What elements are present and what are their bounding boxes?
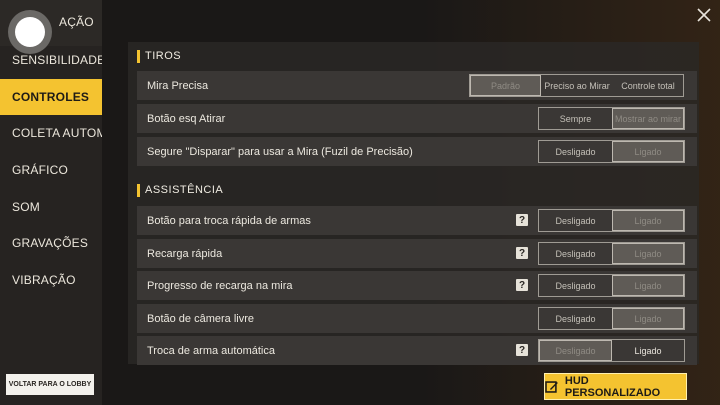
option-ligado[interactable]: Ligado <box>612 275 684 296</box>
record-icon[interactable] <box>8 10 52 54</box>
option-mostrar-ao-mirar[interactable]: Mostrar ao mirar <box>612 108 684 129</box>
option-desligado[interactable]: Desligado <box>539 243 612 264</box>
option-desligado[interactable]: Desligado <box>539 210 612 231</box>
sidebar-item-label: GRÁFICO <box>12 163 69 177</box>
help-icon[interactable]: ? <box>516 279 528 291</box>
setting-row-recarga-rapida: Recarga rápida ? Desligado Ligado <box>137 239 697 268</box>
setting-label: Botão de câmera livre <box>147 312 254 325</box>
setting-row-mira-precisa: Mira Precisa Padrão Preciso ao Mirar Con… <box>137 71 697 100</box>
setting-row-troca-rapida: Botão para troca rápida de armas ? Desli… <box>137 206 697 235</box>
sidebar-item-label: AÇÃO <box>59 15 94 29</box>
help-icon[interactable]: ? <box>516 214 528 226</box>
help-icon[interactable]: ? <box>516 247 528 259</box>
option-desligado[interactable]: Desligado <box>539 141 612 162</box>
hud-personalizado-button[interactable]: HUD PERSONALIZADO <box>544 373 687 400</box>
setting-label: Botão esq Atirar <box>147 112 226 125</box>
option-ligado[interactable]: Ligado <box>612 210 684 231</box>
sidebar-item-label: GRAVAÇÕES <box>12 236 89 250</box>
section-accent-bar <box>137 49 140 63</box>
sidebar-item-label: COLETA AUTOMÁ <box>12 126 102 140</box>
sidebar-item-coleta-automatica[interactable]: COLETA AUTOMÁ <box>0 115 102 151</box>
option-sempre[interactable]: Sempre <box>539 108 612 129</box>
section-title-tiros: TIROS <box>137 48 181 64</box>
camera-livre-toggle: Desligado Ligado <box>538 307 685 330</box>
setting-label: Segure "Disparar" para usar a Mira (Fuzi… <box>147 145 413 158</box>
sidebar-item-label: CONTROLES <box>12 90 90 104</box>
option-preciso-ao-mirar[interactable]: Preciso ao Mirar <box>541 75 613 96</box>
option-ligado[interactable]: Ligado <box>612 243 684 264</box>
setting-row-troca-automatica: Troca de arma automática ? Desligado Lig… <box>137 336 697 365</box>
section-title-text: TIROS <box>145 50 182 62</box>
back-to-lobby-button[interactable]: VOLTAR PARA O LOBBY <box>6 374 94 395</box>
setting-label: Recarga rápida <box>147 247 223 260</box>
sidebar-item-label: SENSIBILIDADE <box>12 53 102 67</box>
option-padrao[interactable]: Padrão <box>470 75 541 96</box>
edit-icon <box>545 380 558 393</box>
progresso-recarga-toggle: Desligado Ligado <box>538 274 685 297</box>
setting-label: Progresso de recarga na mira <box>147 279 293 292</box>
troca-rapida-toggle: Desligado Ligado <box>538 209 685 232</box>
segure-disparar-toggle: Desligado Ligado <box>538 140 685 163</box>
option-ligado[interactable]: Ligado <box>612 340 684 361</box>
setting-row-segure-disparar: Segure "Disparar" para usar a Mira (Fuzi… <box>137 137 697 166</box>
sidebar-item-controles[interactable]: CONTROLES <box>0 79 102 115</box>
option-ligado[interactable]: Ligado <box>612 141 684 162</box>
botao-esq-atirar-selector: Sempre Mostrar ao mirar <box>538 107 685 130</box>
help-icon[interactable]: ? <box>516 344 528 356</box>
setting-row-camera-livre: Botão de câmera livre Desligado Ligado <box>137 304 697 333</box>
option-desligado[interactable]: Desligado <box>539 308 612 329</box>
sidebar-item-gravacoes[interactable]: GRAVAÇÕES <box>0 225 102 261</box>
option-ligado[interactable]: Ligado <box>612 308 684 329</box>
setting-label: Mira Precisa <box>147 79 209 92</box>
section-title-assistencia: ASSISTÊNCIA <box>137 182 223 198</box>
mira-precisa-selector: Padrão Preciso ao Mirar Controle total <box>469 74 684 97</box>
settings-panel: TIROS Mira Precisa Padrão Preciso ao Mir… <box>128 42 699 365</box>
sidebar-item-som[interactable]: SOM <box>0 189 102 225</box>
option-desligado[interactable]: Desligado <box>539 340 612 361</box>
sidebar: AÇÃO SENSIBILIDADE CONTROLES COLETA AUTO… <box>0 0 102 405</box>
close-icon[interactable] <box>695 6 713 24</box>
setting-label: Troca de arma automática <box>147 344 275 357</box>
sidebar-item-vibracao[interactable]: VIBRAÇÃO <box>0 262 102 298</box>
recarga-rapida-toggle: Desligado Ligado <box>538 242 685 265</box>
setting-row-progresso-recarga: Progresso de recarga na mira ? Desligado… <box>137 271 697 300</box>
setting-row-botao-esq-atirar: Botão esq Atirar Sempre Mostrar ao mirar <box>137 104 697 133</box>
option-desligado[interactable]: Desligado <box>539 275 612 296</box>
setting-label: Botão para troca rápida de armas <box>147 214 311 227</box>
section-accent-bar <box>137 183 140 197</box>
record-dot <box>15 17 45 47</box>
sidebar-item-label: SOM <box>12 200 40 214</box>
sidebar-item-grafico[interactable]: GRÁFICO <box>0 152 102 188</box>
sidebar-item-label: VIBRAÇÃO <box>12 273 76 287</box>
option-controle-total[interactable]: Controle total <box>613 75 683 96</box>
section-title-text: ASSISTÊNCIA <box>145 184 224 196</box>
hud-button-label: HUD PERSONALIZADO <box>564 374 661 399</box>
troca-automatica-toggle: Desligado Ligado <box>538 339 685 362</box>
